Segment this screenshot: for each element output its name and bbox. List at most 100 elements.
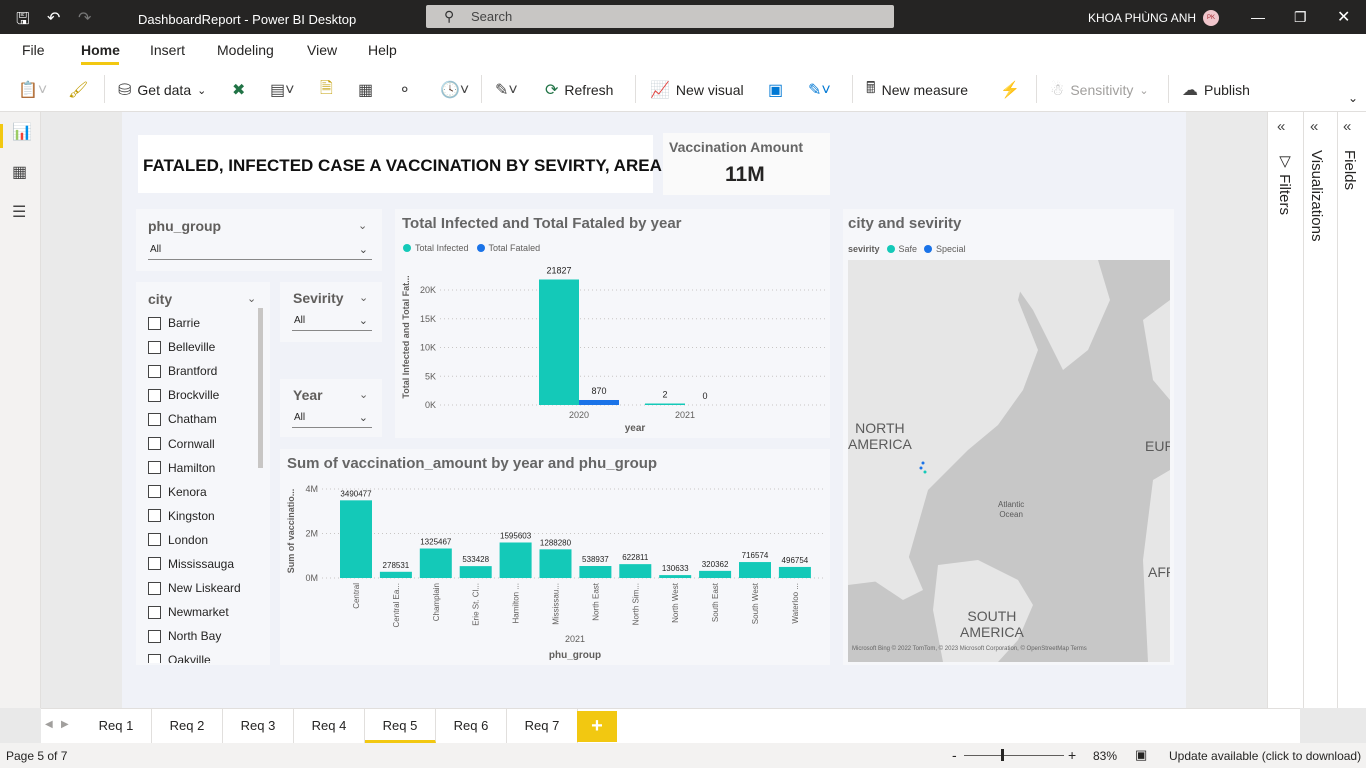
- city-item[interactable]: Chatham: [148, 407, 258, 431]
- checkbox[interactable]: [148, 316, 161, 330]
- refresh-button[interactable]: ⟳ Refresh: [545, 79, 613, 101]
- redo-icon[interactable]: ↷: [78, 8, 91, 28]
- city-item[interactable]: Kingston: [148, 504, 258, 528]
- undo-icon[interactable]: ↶: [47, 8, 60, 28]
- menu-home[interactable]: Home: [81, 42, 120, 58]
- sensitivity-button[interactable]: ☃ Sensitivity ⌄: [1050, 79, 1149, 101]
- close-icon[interactable]: ✕: [1337, 7, 1350, 27]
- fields-pane-label[interactable]: Fields: [1341, 150, 1358, 190]
- report-view-icon[interactable]: 📊: [12, 122, 32, 142]
- checkbox[interactable]: [148, 581, 161, 595]
- city-item[interactable]: Hamilton: [148, 456, 258, 480]
- update-notice[interactable]: Update available (click to download): [1169, 749, 1361, 763]
- checkbox[interactable]: [148, 412, 161, 426]
- zoom-in-icon[interactable]: +: [1068, 747, 1076, 763]
- ribbon-collapse-button[interactable]: ⌄: [1348, 87, 1358, 109]
- data-view-icon[interactable]: ▦: [12, 162, 27, 182]
- dataverse-button[interactable]: ⚬: [398, 79, 411, 101]
- chevron-down-icon[interactable]: ⌄: [358, 219, 367, 232]
- infected-fataled-chart-card[interactable]: Total Infected and Total Fataled by year…: [395, 209, 830, 438]
- city-item[interactable]: Newmarket: [148, 600, 258, 624]
- city-item[interactable]: Mississauga: [148, 552, 258, 576]
- city-item[interactable]: Oakville: [148, 648, 258, 663]
- sql-button[interactable]: 🗎: [320, 79, 333, 101]
- publish-button[interactable]: ☁ Publish: [1182, 79, 1250, 101]
- year-dropdown[interactable]: All ⌄: [292, 408, 372, 428]
- chevron-left-icon[interactable]: «: [1277, 118, 1285, 135]
- avatar[interactable]: PK: [1203, 10, 1219, 26]
- checkbox[interactable]: [148, 364, 161, 378]
- checkbox[interactable]: [148, 340, 161, 354]
- search-input[interactable]: ⚲ Search: [426, 5, 894, 28]
- zoom-slider[interactable]: [964, 755, 1064, 756]
- recent-sources-button[interactable]: 🕓˅: [440, 79, 469, 101]
- checkbox[interactable]: [148, 605, 161, 619]
- year-slicer[interactable]: Year ⌄ All ⌄: [280, 379, 382, 437]
- city-list-scrollbar[interactable]: [258, 308, 263, 468]
- transform-button[interactable]: ✎˅: [495, 79, 518, 101]
- minimize-icon[interactable]: —: [1251, 9, 1265, 25]
- menu-file[interactable]: File: [22, 42, 45, 58]
- add-page-button[interactable]: +: [577, 711, 617, 742]
- map[interactable]: NORTH AMERICA SOUTH AMERICA EUR AFR Atla…: [848, 260, 1170, 662]
- zoom-slider-thumb[interactable]: [1001, 749, 1004, 761]
- menu-view[interactable]: View: [307, 42, 337, 58]
- checkbox[interactable]: [148, 557, 161, 571]
- visualizations-pane-label[interactable]: Visualizations: [1308, 150, 1325, 241]
- tab-req-3[interactable]: Req 3: [223, 709, 294, 743]
- quick-measure-button[interactable]: ⚡: [1000, 79, 1020, 101]
- sevirity-dropdown[interactable]: All ⌄: [292, 311, 372, 331]
- checkbox[interactable]: [148, 461, 161, 475]
- save-icon[interactable]: 🖫: [16, 8, 30, 35]
- city-item[interactable]: Belleville: [148, 335, 258, 359]
- chevron-left-icon[interactable]: «: [1310, 118, 1318, 135]
- paste-button[interactable]: 📋˅: [18, 79, 47, 101]
- text-box-button[interactable]: ▣: [768, 79, 783, 101]
- checkbox[interactable]: [148, 437, 161, 451]
- tab-req-2[interactable]: Req 2: [152, 709, 223, 743]
- checkbox[interactable]: [148, 533, 161, 547]
- tab-req-4[interactable]: Req 4: [294, 709, 365, 743]
- checkbox[interactable]: [148, 509, 161, 523]
- maximize-icon[interactable]: ❐: [1294, 9, 1307, 26]
- tab-req-6[interactable]: Req 6: [436, 709, 507, 743]
- city-item[interactable]: Brockville: [148, 383, 258, 407]
- checkbox[interactable]: [148, 629, 161, 643]
- fit-to-page-icon[interactable]: ▣: [1135, 747, 1147, 763]
- more-visuals-button[interactable]: ✎˅: [808, 79, 831, 101]
- tab-req-1[interactable]: Req 1: [81, 709, 152, 743]
- checkbox[interactable]: [148, 485, 161, 499]
- tab-req-7[interactable]: Req 7: [507, 709, 578, 743]
- city-item[interactable]: London: [148, 528, 258, 552]
- dataset-button[interactable]: ▤˅: [270, 79, 294, 101]
- report-title-card[interactable]: FATALED, INFECTED CASE A VACCINATION BY …: [138, 135, 662, 193]
- user-name[interactable]: KHOA PHÙNG ANH: [1088, 11, 1196, 25]
- menu-help[interactable]: Help: [368, 42, 397, 58]
- city-item[interactable]: Cornwall: [148, 431, 258, 455]
- vaccination-chart-card[interactable]: Sum of vaccination_amount by year and ph…: [280, 449, 830, 665]
- chevron-left-icon[interactable]: «: [1343, 118, 1351, 135]
- chevron-down-icon[interactable]: ⌄: [359, 388, 368, 401]
- tab-scroll-arrows[interactable]: ◀ ▶: [45, 719, 69, 730]
- phu-group-slicer[interactable]: phu_group ⌄ All ⌄: [136, 209, 382, 271]
- enter-data-button[interactable]: ▦: [358, 79, 373, 101]
- city-item[interactable]: Kenora: [148, 480, 258, 504]
- checkbox[interactable]: [148, 388, 161, 402]
- filters-pane-label[interactable]: ▽ Filters: [1275, 152, 1293, 215]
- menu-insert[interactable]: Insert: [150, 42, 185, 58]
- checkbox[interactable]: [148, 653, 161, 663]
- phu-group-dropdown[interactable]: All ⌄: [148, 240, 372, 260]
- city-item[interactable]: Brantford: [148, 359, 258, 383]
- city-item[interactable]: New Liskeard: [148, 576, 258, 600]
- menu-modeling[interactable]: Modeling: [217, 42, 274, 58]
- excel-button[interactable]: ✖: [232, 79, 245, 101]
- model-view-icon[interactable]: ☰: [12, 202, 26, 222]
- sevirity-slicer[interactable]: Sevirity ⌄ All ⌄: [280, 282, 382, 342]
- city-item[interactable]: North Bay: [148, 624, 258, 648]
- tab-req-5[interactable]: Req 5: [365, 709, 436, 743]
- chevron-down-icon[interactable]: ⌄: [359, 291, 368, 304]
- new-measure-button[interactable]: 🖩 New measure: [866, 79, 968, 101]
- new-visual-button[interactable]: 📈 New visual: [650, 79, 744, 101]
- city-item[interactable]: Barrie: [148, 311, 258, 335]
- chevron-down-icon[interactable]: ⌄: [247, 292, 256, 305]
